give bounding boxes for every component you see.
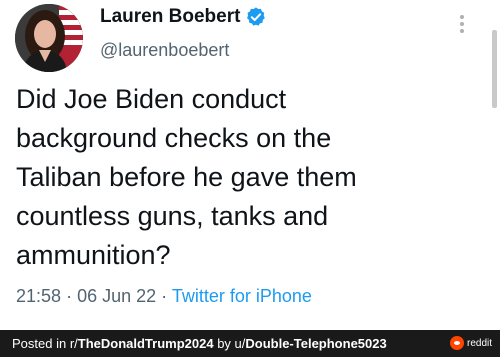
- author-avatar[interactable]: [15, 4, 83, 72]
- subreddit-link[interactable]: TheDonaldTrump2024: [78, 336, 214, 351]
- tweet-text-line: countless guns, tanks and: [16, 201, 329, 231]
- tweet-card: Lauren Boebert @laurenboebert Did Joe Bi…: [0, 0, 500, 330]
- tweet-text-line: Did Joe Biden conduct: [16, 84, 287, 114]
- tweet-time[interactable]: 21:58: [16, 286, 61, 306]
- posted-in-prefix: Posted in r/: [12, 336, 78, 351]
- tweet-text-line: ammunition?: [16, 240, 171, 270]
- author-name-text[interactable]: Lauren Boebert: [100, 6, 240, 28]
- post-attribution: Posted in r/TheDonaldTrump2024 by u/Doub…: [12, 336, 387, 351]
- tweet-date[interactable]: 06 Jun 22: [77, 286, 156, 306]
- avatar-photo: [15, 4, 83, 72]
- reddit-logo-icon: [449, 336, 464, 350]
- tweet-text: Did Joe Biden conduct background checks …: [16, 80, 486, 275]
- more-options-icon[interactable]: [456, 12, 468, 36]
- tweet-source-link[interactable]: Twitter for iPhone: [172, 286, 312, 306]
- reddit-badge-label: reddit: [466, 337, 492, 349]
- reddit-footer-bar: Posted in r/TheDonaldTrump2024 by u/Doub…: [0, 330, 500, 357]
- tweet-text-line: Taliban before he gave them: [16, 162, 357, 192]
- author-name[interactable]: Lauren Boebert: [100, 6, 267, 28]
- username-link[interactable]: Double-Telephone5023: [245, 336, 386, 351]
- posted-by-text: by u/: [213, 336, 246, 351]
- meta-separator: ·: [66, 286, 73, 306]
- verified-badge-icon: [247, 7, 266, 26]
- tweet-text-line: background checks on the: [16, 123, 332, 153]
- tweet-metadata: 21:58 · 06 Jun 22 · Twitter for iPhone: [16, 286, 312, 307]
- reddit-watermark: reddit: [449, 336, 492, 350]
- scrollbar[interactable]: [492, 30, 497, 108]
- author-handle[interactable]: @laurenboebert: [100, 40, 229, 61]
- meta-separator: ·: [161, 286, 168, 306]
